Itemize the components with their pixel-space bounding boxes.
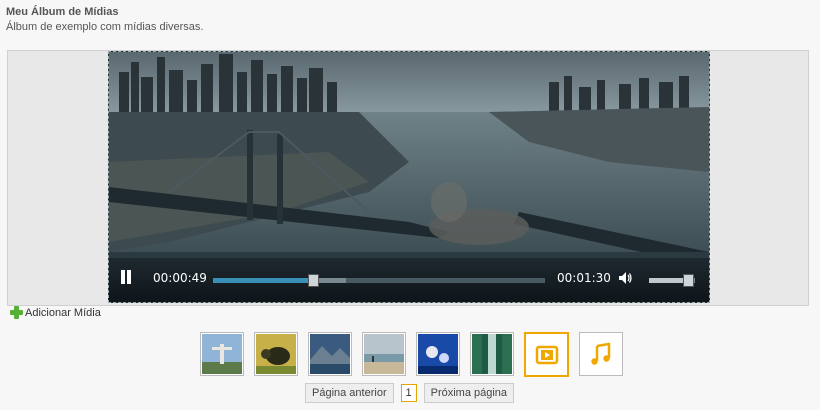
photo-icon [202, 334, 242, 374]
thumb-mountain-lake[interactable] [308, 332, 352, 376]
current-time: 00:00:49 [153, 271, 207, 285]
volume-slider[interactable] [649, 274, 695, 287]
photo-icon [256, 334, 296, 374]
thumb-turtle[interactable] [254, 332, 298, 376]
seek-played [213, 278, 313, 283]
pause-button[interactable] [119, 270, 133, 286]
media-stage: 00:00:49 00:01:30 [7, 50, 809, 306]
seek-bar[interactable] [213, 274, 545, 287]
thumb-video[interactable] [524, 332, 569, 377]
music-icon [591, 342, 611, 365]
photo-icon [418, 334, 458, 374]
add-media-label: Adicionar Mídia [25, 306, 101, 319]
prev-page-button[interactable]: Página anterior [305, 383, 394, 403]
thumb-christ-redeemer[interactable] [200, 332, 244, 376]
photo-icon [472, 334, 512, 374]
plus-icon [10, 306, 23, 319]
thumb-waterfall[interactable] [470, 332, 514, 376]
video-player[interactable]: 00:00:49 00:01:30 [108, 51, 710, 303]
thumb-underwater[interactable] [416, 332, 460, 376]
add-media-button[interactable]: Adicionar Mídia [10, 306, 101, 319]
thumb-beach[interactable] [362, 332, 406, 376]
album-title: Meu Álbum de Mídias [6, 6, 119, 18]
seek-handle[interactable] [307, 274, 319, 287]
page-number-current[interactable]: 1 [400, 384, 417, 402]
player-controls: 00:00:49 00:01:30 [109, 258, 709, 302]
thumbnail-strip [200, 332, 633, 377]
volume-icon[interactable] [617, 270, 633, 286]
pagination: Página anterior 1 Próxima página [305, 383, 515, 403]
duration-time: 00:01:30 [557, 271, 611, 285]
video-icon [535, 345, 558, 364]
photo-icon [310, 334, 350, 374]
thumb-audio[interactable] [579, 332, 623, 376]
volume-handle[interactable] [683, 274, 695, 287]
album-description: Álbum de exemplo com mídias diversas. [6, 21, 204, 33]
pause-icon [121, 270, 125, 284]
photo-icon [364, 334, 404, 374]
next-page-button[interactable]: Próxima página [423, 383, 515, 403]
